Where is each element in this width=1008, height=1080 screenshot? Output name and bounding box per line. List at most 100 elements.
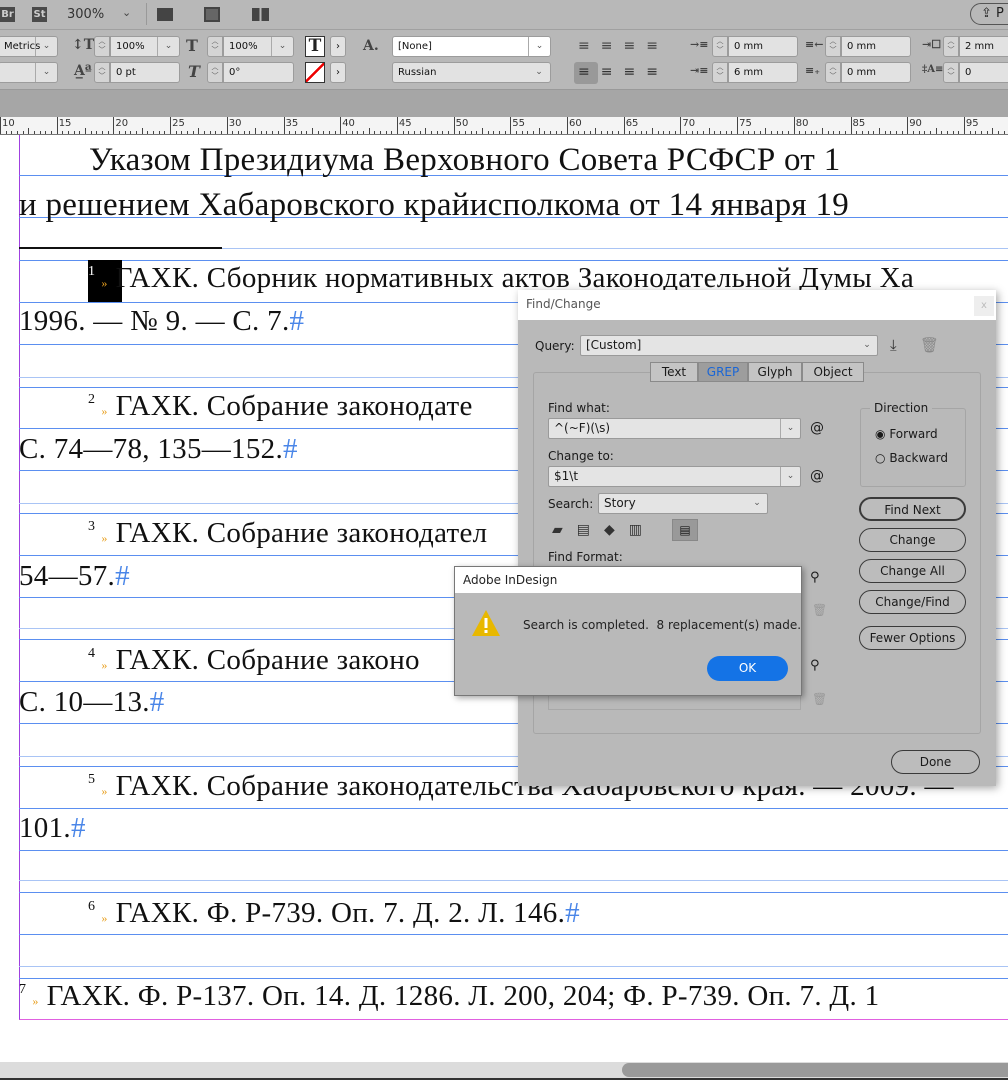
special-characters-change-icon[interactable]: @ [810, 468, 824, 484]
drop-cap-field[interactable]: 0 [959, 62, 1008, 83]
search-option-icons[interactable]: ▰▤◆▥ [552, 522, 656, 538]
space-before-stepper[interactable]: ︿ ﹀ [943, 36, 959, 57]
baseline-shift-stepper[interactable]: ︿ ﹀ [94, 62, 110, 83]
close-button[interactable]: x [974, 296, 994, 316]
change-find-button[interactable]: Change/Find [859, 590, 966, 614]
footnote-number: 3 [88, 519, 96, 534]
ruler-minor-tick [130, 131, 132, 134]
clear-find-format-icon[interactable]: 🗑 [812, 603, 827, 617]
change-button[interactable]: Change [859, 528, 966, 552]
fill-arrow-button[interactable]: › [330, 36, 346, 57]
horizontal-scale-icon: T [186, 36, 198, 55]
find-next-button[interactable]: Find Next [859, 497, 966, 521]
line-text: и решением Хабаровского крайисполкома от… [19, 187, 850, 223]
right-indent-field[interactable]: 0 mm [841, 36, 911, 57]
change-to-input[interactable]: $1\t ⌄ [548, 466, 801, 487]
footnote-line[interactable]: 4 » ГАХК. Собрание законо [88, 644, 420, 677]
align-buttons-row1[interactable]: ≡≡≡≡ [578, 38, 669, 54]
scrollbar-thumb[interactable] [622, 1063, 1008, 1077]
paragraph-end-marker: # [70, 812, 86, 844]
left-indent-stepper[interactable]: ︿ ﹀ [712, 36, 728, 57]
save-query-icon[interactable]: ⤓ [890, 336, 897, 354]
first-line-indent-stepper[interactable]: ︿ ﹀ [712, 62, 728, 83]
tab-object[interactable]: Object [802, 362, 864, 382]
ruler-minor-tick [272, 131, 274, 134]
skew-stepper[interactable]: ︿ ﹀ [207, 62, 223, 83]
drop-cap-stepper[interactable]: ︿ ﹀ [943, 62, 959, 83]
zoom-chevron-down-icon[interactable]: ⌄ [122, 6, 131, 19]
fewer-options-button[interactable]: Fewer Options [859, 626, 966, 650]
text-line[interactable]: 101.# [19, 812, 86, 845]
find-what-input[interactable]: ^(~F)(\s) ⌄ [548, 418, 801, 439]
ruler-minor-tick [844, 131, 846, 134]
tab-text[interactable]: Text [650, 362, 698, 382]
space-before-field[interactable]: 2 mm [959, 36, 1008, 57]
stroke-arrow-button[interactable]: › [330, 62, 346, 83]
baseline-guide [19, 260, 1008, 261]
vertical-scale-stepper[interactable]: ︿ ﹀ [94, 36, 110, 57]
horizontal-ruler[interactable]: 10 15 20 25 30 35 40 45 50 55 60 65 70 75 80 85 90 95 [0, 117, 1008, 135]
right-indent-stepper[interactable]: ︿ ﹀ [825, 36, 841, 57]
footnote-line[interactable]: 2 » ГАХК. Собрание законодате [88, 390, 473, 423]
specify-find-format-icon[interactable]: ⚲ [810, 570, 820, 585]
stock-icon[interactable]: St [32, 7, 47, 22]
publish-button[interactable]: ⇪ P [970, 3, 1008, 25]
ruler-minor-tick [544, 131, 546, 134]
ruler-label: 20 [115, 118, 129, 129]
text-line[interactable]: и решением Хабаровского крайисполкома от… [19, 187, 849, 224]
last-line-indent-field[interactable]: 0 mm [841, 62, 911, 83]
specify-change-format-icon[interactable]: ⚲ [810, 658, 820, 673]
line-text: 54—57. [19, 560, 116, 592]
special-characters-find-icon[interactable]: @ [810, 420, 824, 436]
footnote-line[interactable]: 3 » ГАХК. Собрание законодател [88, 517, 487, 550]
ruler-minor-tick [430, 131, 432, 134]
screen-mode-icon[interactable] [204, 7, 220, 22]
tab-glyph[interactable]: Glyph [748, 362, 802, 382]
backward-radio[interactable]: ○ Backward [875, 451, 948, 465]
text-stroke-none-icon[interactable] [305, 62, 325, 83]
view-options-icon[interactable] [157, 8, 173, 21]
text-line[interactable]: С. 10—13.# [19, 686, 165, 719]
clear-change-format-icon[interactable]: 🗑 [812, 692, 827, 706]
ruler-minor-tick [391, 131, 393, 134]
ruler-minor-tick [527, 131, 529, 134]
ruler-minor-tick [419, 131, 421, 134]
ruler-label: 80 [795, 118, 809, 129]
search-scope-dropdown[interactable]: Story ⌄ [598, 493, 768, 514]
ruler-minor-tick [362, 131, 364, 134]
ruler-minor-tick [810, 131, 812, 134]
align-buttons-row2[interactable]: ≡≡≡≡ [578, 64, 669, 80]
change-all-button[interactable]: Change All [859, 559, 966, 583]
text-line[interactable]: 54—57.# [19, 560, 130, 593]
baseline-shift-field[interactable]: 0 pt [110, 62, 180, 83]
horizontal-scale-stepper[interactable]: ︿ ﹀ [207, 36, 223, 57]
last-line-indent-stepper[interactable]: ︿ ﹀ [825, 62, 841, 83]
delete-query-icon[interactable]: 🗑 [920, 336, 939, 354]
bridge-icon[interactable]: Br [0, 7, 15, 22]
language-dropdown[interactable]: Russian ⌄ [392, 62, 551, 83]
ruler-minor-tick [657, 131, 659, 134]
vertical-scale-field[interactable]: 100% ⌄ [110, 36, 180, 57]
include-footnotes-icon[interactable]: ▤ [672, 519, 698, 541]
first-line-indent-field[interactable]: 6 mm [728, 62, 798, 83]
kerning-dropdown[interactable]: Metrics ⌄ [0, 36, 58, 57]
text-fill-icon[interactable]: T [305, 36, 325, 57]
query-dropdown[interactable]: [Custom] ⌄ [580, 335, 878, 356]
left-indent-field[interactable]: 0 mm [728, 36, 798, 57]
text-line[interactable]: С. 74—78, 135—152.# [19, 433, 298, 466]
ok-button[interactable]: OK [707, 656, 788, 681]
tab-grep[interactable]: GREP [698, 362, 748, 382]
zoom-level[interactable]: 300% [67, 7, 104, 22]
character-style-dropdown[interactable]: [None] ⌄ [392, 36, 551, 57]
text-line[interactable]: 1996. — № 9. — С. 7.# [19, 305, 304, 338]
forward-radio[interactable]: ◉ Forward [875, 427, 938, 441]
footnote-line[interactable]: 7 » ГАХК. Ф. Р-137. Оп. 14. Д. 1286. Л. 20… [19, 980, 879, 1013]
footnote-line[interactable]: 6 » ГАХК. Ф. Р-739. Оп. 7. Д. 2. Л. 146.# [88, 897, 580, 930]
skew-field[interactable]: 0° [223, 62, 294, 83]
ruler-minor-tick [498, 131, 500, 134]
done-button[interactable]: Done [891, 750, 980, 774]
horizontal-scale-field[interactable]: 100% ⌄ [223, 36, 294, 57]
tracking-dropdown[interactable]: ⌄ [0, 62, 58, 83]
arrange-documents-icon[interactable] [252, 8, 269, 21]
text-line[interactable]: Указом Президиума Верховного Совета РСФС… [89, 142, 841, 179]
